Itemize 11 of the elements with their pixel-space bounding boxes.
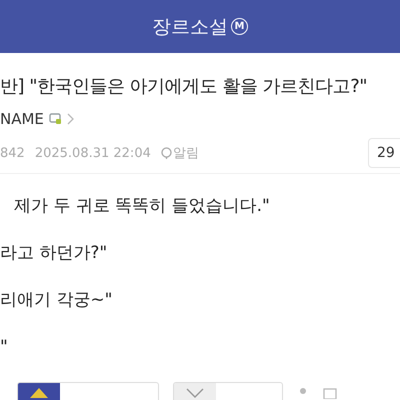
- author-name[interactable]: NAME: [0, 110, 44, 128]
- view-count: 842: [0, 146, 25, 160]
- body-text: ": [0, 337, 9, 357]
- body-text: 리애기 각궁~": [0, 290, 114, 310]
- post-title: 반] "한국인들은 아기에게도 활을 가르친다고?": [0, 75, 368, 98]
- post-date: 2025.08.31 22:04: [34, 146, 151, 160]
- body-text: 제가 두 귀로 똑똑히 들었습니다.": [13, 196, 271, 216]
- badge: M: [231, 18, 248, 35]
- comment-count-box[interactable]: 29: [368, 138, 400, 168]
- body-text: 라고 하던가?": [0, 243, 108, 263]
- board-title: 장르소설: [152, 14, 228, 40]
